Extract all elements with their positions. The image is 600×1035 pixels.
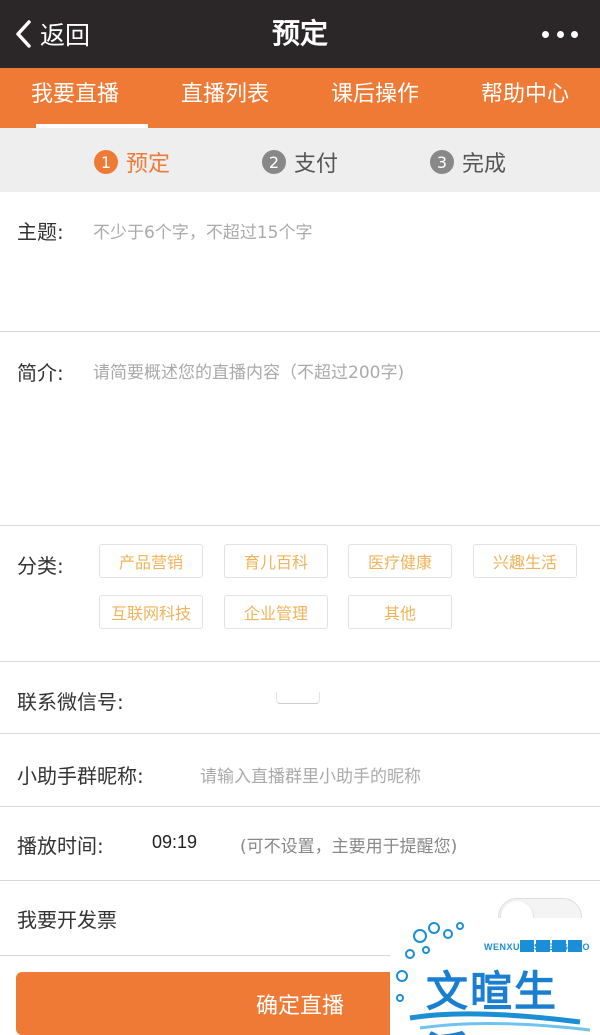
step-book: 1 预定 — [94, 146, 170, 178]
watermark-logo: WENXUANSHENGHUO 文暄生活 — [390, 918, 600, 1035]
topic-label: 主题: — [17, 220, 64, 244]
time-picker[interactable]: 09:19 — [152, 832, 197, 853]
divider — [0, 806, 600, 807]
step-label: 预定 — [126, 152, 171, 177]
step-number: 1 — [94, 150, 118, 174]
time-label: 播放时间: — [17, 834, 104, 858]
more-icon[interactable] — [542, 24, 578, 44]
page-title: 预定 — [271, 17, 328, 50]
tab-live[interactable]: 我要直播 — [0, 68, 150, 128]
progress-steps: 1 预定 2 支付 3 完成 — [0, 128, 600, 192]
category-tag[interactable]: 育儿百科 — [224, 544, 328, 578]
tab-after-class[interactable]: 课后操作 — [300, 68, 450, 128]
watermark-sub: WENXUANSHENGHUO — [484, 942, 591, 952]
intro-label: 简介: — [17, 361, 64, 385]
tab-help[interactable]: 帮助中心 — [450, 68, 600, 128]
divider — [0, 525, 600, 526]
step-pay: 2 支付 — [262, 146, 338, 178]
category-tag[interactable]: 其他 — [348, 595, 452, 629]
wechat-label: 联系微信号: — [17, 690, 124, 714]
time-hint: (可不设置，主要用于提醒您) — [240, 837, 458, 857]
assistant-label: 小助手群昵称: — [17, 764, 144, 788]
step-label: 完成 — [462, 152, 507, 177]
step-done: 3 完成 — [430, 146, 506, 178]
category-tag[interactable]: 企业管理 — [224, 595, 328, 629]
title-bar: 返回 预定 — [0, 0, 600, 68]
watermark-main: 文暄生活 — [426, 967, 559, 1035]
category-tag[interactable]: 互联网科技 — [99, 595, 203, 629]
divider — [0, 331, 600, 332]
intro-textarea[interactable]: 请简要概述您的直播内容（不超过200字) — [93, 358, 404, 383]
step-label: 支付 — [294, 152, 339, 177]
divider — [0, 661, 600, 662]
step-number: 2 — [262, 150, 286, 174]
invoice-label: 我要开发票 — [17, 908, 117, 932]
tab-bar: 我要直播 直播列表 课后操作 帮助中心 — [0, 68, 600, 128]
divider — [0, 880, 600, 881]
category-tag[interactable]: 产品营销 — [99, 544, 203, 578]
step-number: 3 — [430, 150, 454, 174]
tab-live-list[interactable]: 直播列表 — [150, 68, 300, 128]
assistant-input[interactable]: 请输入直播群里小助手的昵称 — [200, 762, 421, 787]
divider — [0, 733, 600, 734]
category-label: 分类: — [17, 554, 64, 578]
category-tag[interactable]: 医疗健康 — [348, 544, 452, 578]
wechat-input[interactable] — [276, 692, 320, 704]
topic-input[interactable]: 不少于6个字，不超过15个字 — [93, 218, 312, 243]
category-tag[interactable]: 兴趣生活 — [473, 544, 577, 578]
